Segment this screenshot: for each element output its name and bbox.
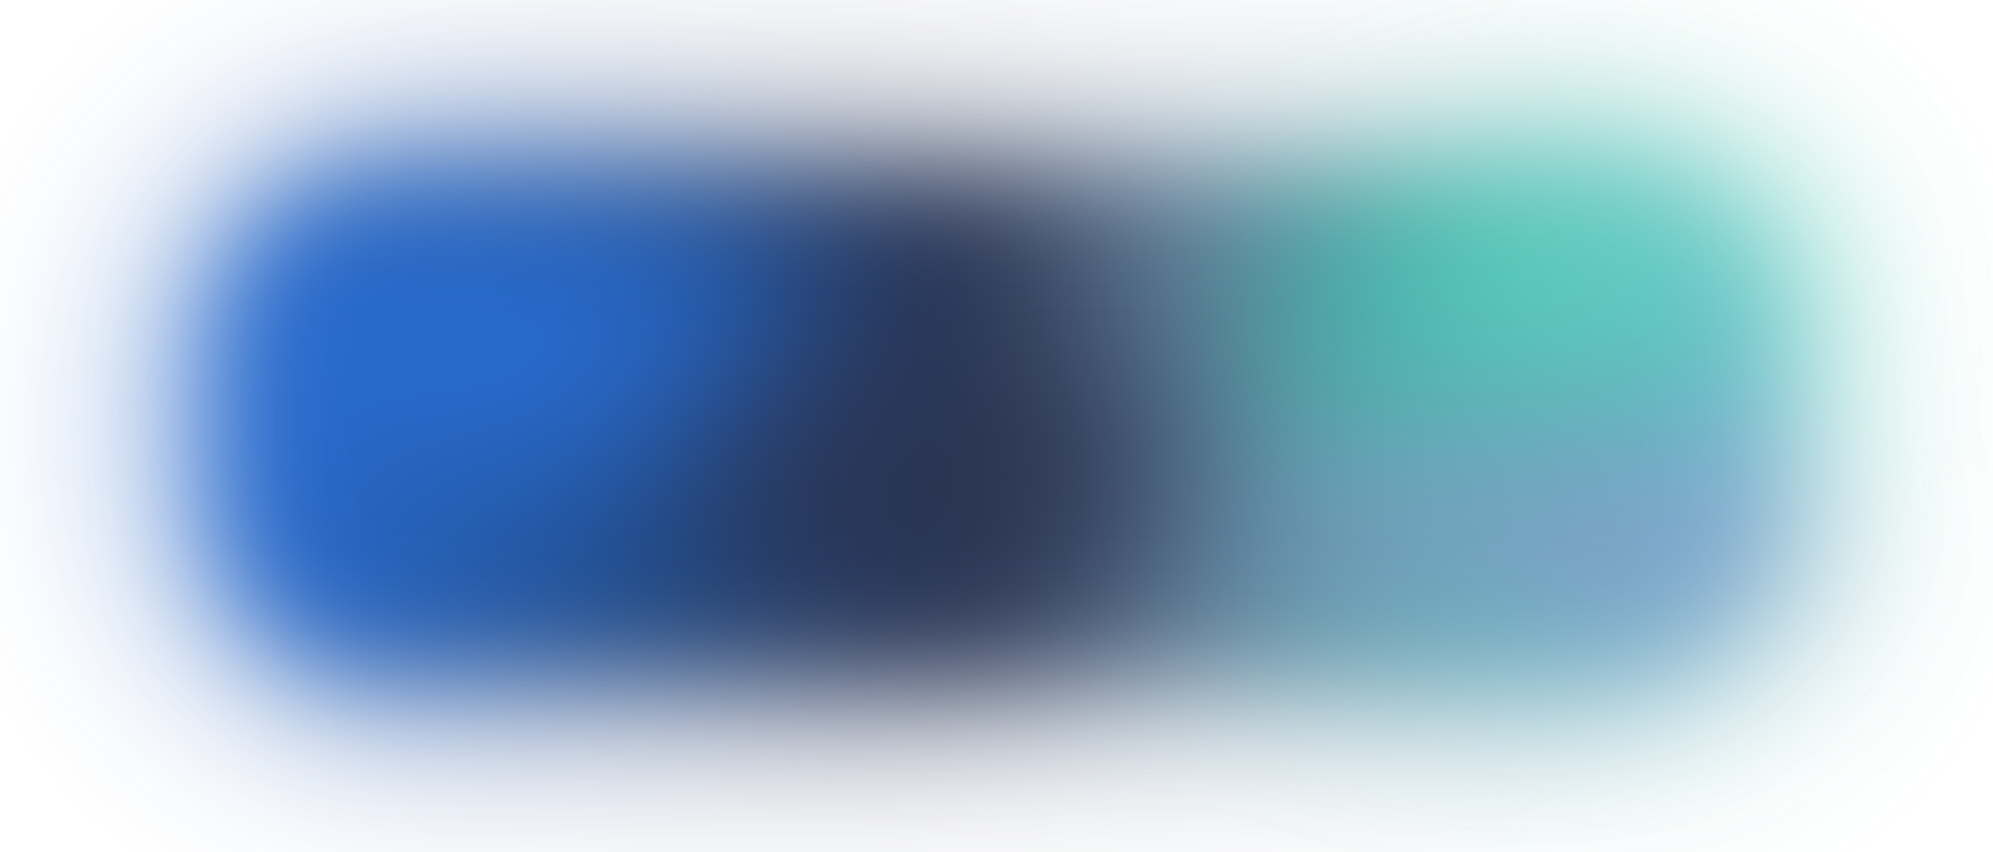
blurred-gradient-bar — [215, 175, 1805, 675]
blurred-gradient-canvas — [0, 0, 1993, 852]
lavender-lower-blob — [1245, 425, 1805, 655]
navy-shadow-blob — [685, 345, 1185, 605]
mint-highlight-blob — [1405, 175, 1795, 375]
